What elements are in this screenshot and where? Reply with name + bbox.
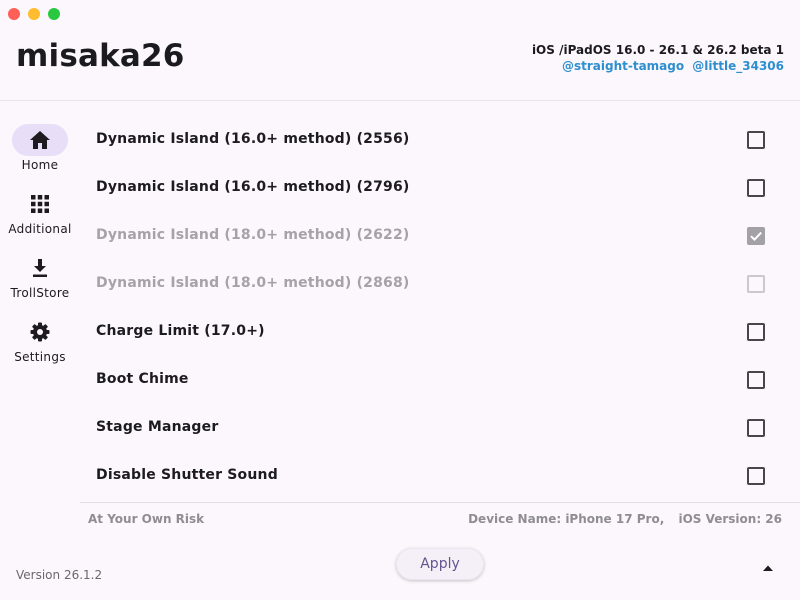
- option-checkbox: [747, 275, 765, 293]
- option-label: Disable Shutter Sound: [96, 467, 278, 483]
- app-version: Version 26.1.2: [16, 568, 103, 582]
- download-icon: [33, 259, 47, 277]
- option-label: Charge Limit (17.0+): [96, 323, 265, 339]
- maximize-window-button[interactable]: [48, 8, 60, 20]
- option-checkbox[interactable]: [747, 371, 765, 389]
- nav-item-home[interactable]: Home: [0, 120, 80, 184]
- check-icon: [750, 231, 762, 242]
- option-row-stage-manager[interactable]: Stage Manager: [80, 404, 800, 452]
- nav-indicator: [12, 188, 68, 220]
- device-name-label: Device Name: iPhone 17 Pro,: [468, 512, 665, 526]
- option-label: Dynamic Island (16.0+ method) (2556): [96, 131, 410, 147]
- option-checkbox[interactable]: [747, 131, 765, 149]
- option-label: Stage Manager: [96, 419, 219, 435]
- option-checkbox[interactable]: [747, 419, 765, 437]
- device-info: Device Name: iPhone 17 Pro, iOS Version:…: [468, 512, 782, 526]
- option-row-dynamic-island-2556[interactable]: Dynamic Island (16.0+ method) (2556): [80, 116, 800, 164]
- options-list: Dynamic Island (16.0+ method) (2556) Dyn…: [80, 116, 800, 500]
- option-label: Boot Chime: [96, 371, 189, 387]
- close-window-button[interactable]: [8, 8, 20, 20]
- credit-link-little[interactable]: @little_34306: [692, 59, 784, 73]
- nav-label-additional: Additional: [8, 222, 72, 236]
- nav-indicator: [12, 124, 68, 156]
- ios-version-label: iOS Version: 26: [678, 512, 782, 526]
- app-title: misaka26: [16, 38, 185, 74]
- option-row-dynamic-island-2796[interactable]: Dynamic Island (16.0+ method) (2796): [80, 164, 800, 212]
- nav-indicator: [12, 252, 68, 284]
- navigation-rail: Home Additional TrollStore Settings: [0, 120, 80, 376]
- option-checkbox[interactable]: [747, 467, 765, 485]
- home-icon: [30, 131, 50, 149]
- app-window: misaka26 iOS /iPadOS 16.0 - 26.1 & 26.2 …: [0, 0, 800, 600]
- option-row-dynamic-island-2868: Dynamic Island (18.0+ method) (2868): [80, 260, 800, 308]
- option-label: Dynamic Island (18.0+ method) (2622): [96, 227, 410, 243]
- header-divider: [0, 100, 800, 101]
- option-checkbox[interactable]: [747, 179, 765, 197]
- nav-label-trollstore: TrollStore: [10, 286, 70, 300]
- nav-indicator: [12, 316, 68, 348]
- option-row-boot-chime[interactable]: Boot Chime: [80, 356, 800, 404]
- nav-item-settings[interactable]: Settings: [0, 312, 80, 376]
- nav-label-home: Home: [21, 158, 59, 172]
- collapse-arrow-icon[interactable]: [762, 564, 774, 572]
- option-label: Dynamic Island (16.0+ method) (2796): [96, 179, 410, 195]
- credit-link-straight-tamago[interactable]: @straight-tamago: [562, 59, 684, 73]
- option-row-charge-limit[interactable]: Charge Limit (17.0+): [80, 308, 800, 356]
- nav-item-additional[interactable]: Additional: [0, 184, 80, 248]
- nav-item-trollstore[interactable]: TrollStore: [0, 248, 80, 312]
- list-divider: [80, 502, 800, 503]
- window-controls: [8, 8, 60, 20]
- credits: @straight-tamago @little_34306: [532, 58, 784, 74]
- header-info: iOS /iPadOS 16.0 - 26.1 & 26.2 beta 1 @s…: [532, 42, 784, 74]
- option-checkbox[interactable]: [747, 323, 765, 341]
- grid-icon: [31, 195, 49, 213]
- option-row-disable-shutter-sound[interactable]: Disable Shutter Sound: [80, 452, 800, 500]
- minimize-window-button[interactable]: [28, 8, 40, 20]
- option-checkbox-checked: [747, 227, 765, 245]
- ios-range-label: iOS /iPadOS 16.0 - 26.1 & 26.2 beta 1: [531, 43, 784, 57]
- apply-button[interactable]: Apply: [396, 548, 484, 580]
- nav-label-settings: Settings: [14, 350, 66, 364]
- gear-icon: [30, 322, 50, 342]
- option-row-dynamic-island-2622: Dynamic Island (18.0+ method) (2622): [80, 212, 800, 260]
- option-label: Dynamic Island (18.0+ method) (2868): [96, 275, 410, 291]
- risk-warning: At Your Own Risk: [88, 512, 205, 526]
